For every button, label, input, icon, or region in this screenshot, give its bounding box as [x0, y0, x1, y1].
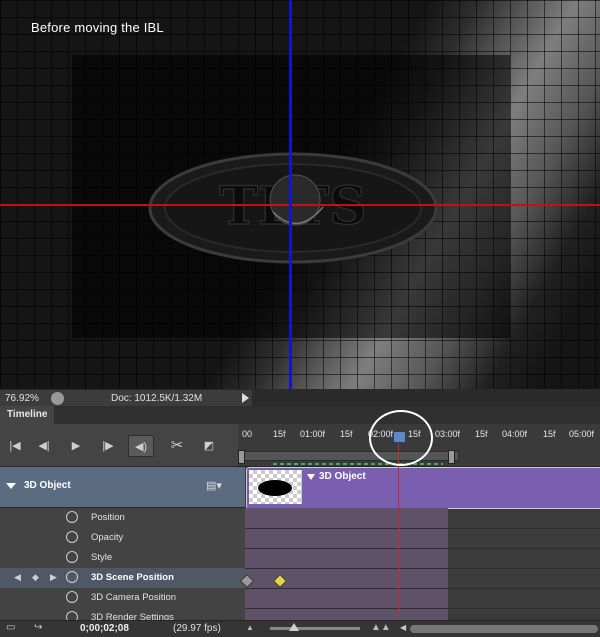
property-label: Opacity [91, 532, 124, 543]
clip-title: 3D Object [319, 471, 366, 482]
clip-expand-icon[interactable] [307, 474, 315, 480]
ruler-tick: 15f [543, 429, 556, 439]
zoom-slider[interactable] [270, 627, 360, 630]
play-icon[interactable]: ▶ [65, 434, 87, 456]
stopwatch-icon[interactable] [66, 531, 78, 543]
property-label: 3D Camera Position [91, 592, 177, 603]
document-size: Doc: 1012.5K/1.32M [111, 393, 203, 404]
tab-timeline[interactable]: Timeline [0, 406, 55, 424]
zoom-level[interactable]: 76.92% [5, 393, 39, 404]
current-timecode[interactable]: 0;00;02;08 [80, 623, 129, 634]
playback-controls: |◀ ◀| ▶ |▶ ◀) ✂ ◩ [0, 424, 238, 467]
status-bar: 76.92% Doc: 1012.5K/1.32M [0, 389, 600, 407]
zoom-out-mountain-icon[interactable]: ▲ [246, 623, 254, 632]
render-icon[interactable]: ↪ [34, 622, 42, 633]
ruler-tick: 15f [340, 429, 353, 439]
3d-viewport[interactable]: TLTS Before moving the IBL [0, 0, 600, 389]
ruler-tick: 15f [475, 429, 488, 439]
property-row-opacity[interactable]: Opacity [0, 528, 245, 549]
clip-thumbnail [249, 470, 302, 504]
track-divider [245, 568, 600, 569]
property-row-position[interactable]: Position [0, 508, 245, 529]
property-row-style[interactable]: Style [0, 548, 245, 569]
timeline-panel: Timeline |◀ ◀| ▶ |▶ ◀) ✂ ◩ 00 15f 01:00f… [0, 406, 600, 637]
track-area[interactable]: 3D Object [239, 467, 600, 620]
layer-header-3d-object[interactable]: 3D Object ▤▾ [0, 467, 245, 508]
track-divider [245, 608, 600, 609]
scroll-left-icon[interactable]: ◀ [400, 623, 406, 632]
transition-icon[interactable]: ◩ [198, 434, 220, 456]
previous-keyframe-icon[interactable]: ◀ [14, 572, 21, 583]
cached-frames-indicator [273, 463, 443, 465]
caption-text: Before moving the IBL [31, 20, 164, 35]
previous-frame-icon[interactable]: ◀| [33, 434, 55, 456]
keyframe-diamond-icon[interactable]: ◆ [32, 572, 39, 583]
track-divider [245, 548, 600, 549]
film-strip-icon[interactable]: ▤▾ [206, 479, 222, 492]
stopwatch-icon[interactable] [66, 591, 78, 603]
layer-name: 3D Object [24, 480, 71, 491]
timeline-bottom-bar: ▭ ↪ 0;00;02;08 (29.97 fps) ▲ ▲▲ ◀ [0, 620, 600, 637]
zoom-in-mountain-icon[interactable]: ▲▲ [371, 622, 391, 633]
ruler-tick: 00 [242, 429, 253, 439]
ruler-tick: 03:00f [435, 429, 461, 439]
work-area-end-handle[interactable] [448, 450, 455, 464]
track-divider [245, 588, 600, 589]
stopwatch-icon[interactable] [66, 551, 78, 563]
next-keyframe-icon[interactable]: ▶ [50, 572, 57, 583]
expand-triangle-icon[interactable] [6, 483, 16, 489]
layer-clip[interactable]: 3D Object [246, 467, 600, 509]
audio-icon[interactable]: ◀) [128, 435, 154, 457]
go-to-first-frame-icon[interactable]: |◀ [4, 434, 26, 456]
panel-tab-bar: Timeline [0, 406, 600, 424]
clip-duration-shade [245, 508, 448, 620]
ruler-tick: 01:00f [300, 429, 326, 439]
frame-rate: (29.97 fps) [173, 623, 221, 634]
property-row-3d-camera-position[interactable]: 3D Camera Position [0, 588, 245, 609]
stopwatch-icon[interactable] [66, 571, 78, 583]
horizontal-scrollbar[interactable] [410, 625, 598, 633]
layer-list: 3D Object ▤▾ Position Opacity Style ◀ ◆ … [0, 467, 245, 621]
3d-logo-object[interactable]: TLTS [148, 152, 438, 264]
ruler-tick: 04:00f [502, 429, 528, 439]
convert-timeline-icon[interactable]: ▭ [6, 622, 15, 633]
ruler-tick: 05:00f [569, 429, 595, 439]
playhead-line [398, 441, 399, 616]
zoom-slider-thumb[interactable] [289, 623, 299, 631]
menu-arrow-icon[interactable] [242, 393, 249, 403]
ruler-tick: 15f [273, 429, 286, 439]
split-scissors-icon[interactable]: ✂ [166, 434, 188, 456]
highlight-circle [369, 410, 433, 466]
property-label: Position [91, 512, 125, 523]
share-icon[interactable] [51, 392, 64, 405]
next-frame-icon[interactable]: |▶ [97, 434, 119, 456]
stopwatch-icon[interactable] [66, 511, 78, 523]
y-axis-line [289, 0, 292, 389]
work-area-start-handle[interactable] [238, 450, 245, 464]
property-label: Style [91, 552, 113, 563]
property-row-3d-scene-position[interactable]: ◀ ◆ ▶ 3D Scene Position [0, 568, 245, 589]
track-divider [245, 528, 600, 529]
property-label: 3D Scene Position [91, 572, 174, 583]
status-bar-empty [252, 390, 600, 407]
x-axis-line [0, 204, 600, 206]
